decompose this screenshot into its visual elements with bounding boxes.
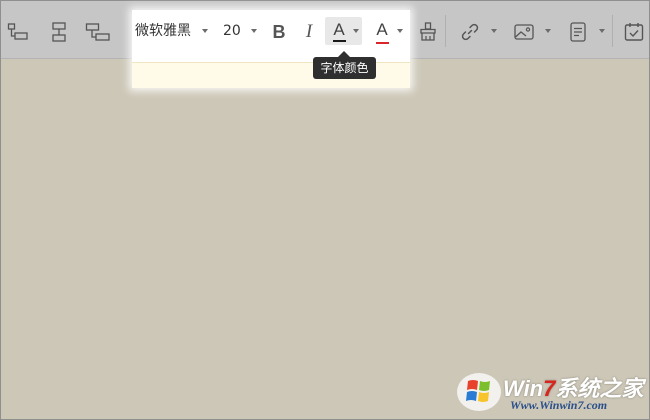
font-family-select[interactable]: 微软雅黑: [135, 21, 191, 41]
font-color-tooltip: 字体颜色: [313, 57, 376, 79]
toolbar: 微软雅黑 20 B I A A: [1, 1, 649, 88]
paragraph-icon[interactable]: [566, 19, 590, 45]
bold-button[interactable]: B: [269, 19, 289, 45]
link-caret-icon[interactable]: [491, 29, 497, 33]
image-caret-icon[interactable]: [545, 29, 551, 33]
windows-logo-icon: [455, 367, 507, 413]
flow-node-icon[interactable]: [84, 19, 112, 45]
highlight-color-letter[interactable]: A: [371, 19, 393, 43]
font-family-caret-icon[interactable]: [202, 29, 208, 33]
font-size-caret-icon[interactable]: [251, 29, 257, 33]
highlight-color-caret-icon[interactable]: [397, 29, 403, 33]
font-size-select[interactable]: 20: [223, 21, 241, 41]
watermark-url: Www.Winwin7.com: [510, 398, 608, 412]
italic-button[interactable]: I: [299, 19, 319, 45]
image-icon[interactable]: [512, 19, 536, 45]
toolbar-separator: [445, 15, 446, 47]
split-cells-icon[interactable]: [47, 19, 71, 45]
calendar-icon[interactable]: [621, 19, 647, 45]
highlight-color-swatch: [376, 42, 389, 44]
font-color-caret-icon[interactable]: [353, 29, 359, 33]
paragraph-caret-icon[interactable]: [599, 29, 605, 33]
toolbar-separator: [612, 15, 613, 47]
link-icon[interactable]: [458, 19, 482, 45]
format-painter-icon[interactable]: [415, 19, 441, 45]
font-color-swatch: [333, 40, 346, 42]
font-color-button[interactable]: A: [325, 17, 362, 45]
merge-cells-icon[interactable]: [5, 19, 31, 45]
